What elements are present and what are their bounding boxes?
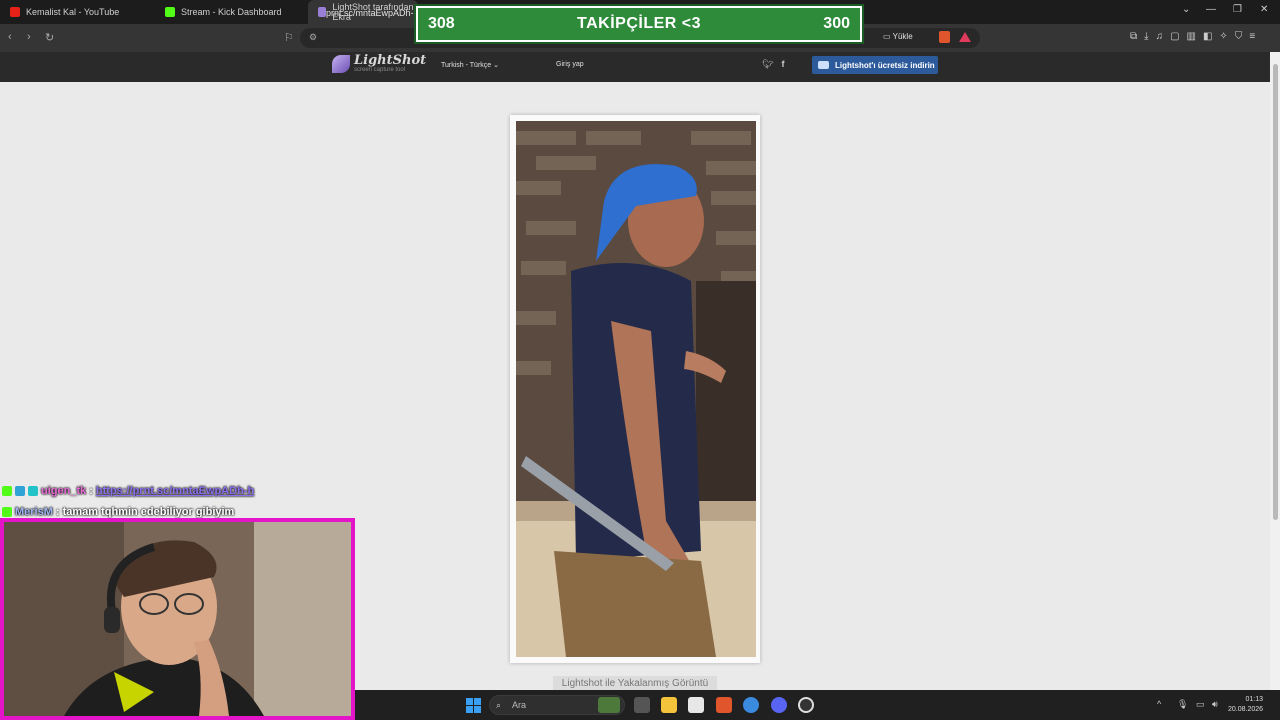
tab-list-chevron-icon[interactable]: ⌄: [1182, 4, 1190, 15]
discord-icon[interactable]: [771, 697, 787, 713]
chat-separator: :: [89, 484, 93, 497]
download-icon[interactable]: ⤓: [1144, 31, 1148, 42]
tray-chevron-icon[interactable]: ^: [1157, 699, 1161, 709]
file-explorer-icon[interactable]: [661, 697, 677, 713]
taskbar-search-placeholder: Ara: [512, 700, 527, 710]
lightshot-header: [0, 52, 1270, 82]
screenshot-caption: Lightshot ile Yakalanmış Görüntü: [553, 676, 717, 690]
microphone-icon[interactable]: 🎙︎: [1177, 699, 1188, 710]
logo-name: LightShot: [354, 53, 427, 68]
kick-badge-icon: [2, 485, 12, 496]
reload-icon[interactable]: ↻: [45, 31, 54, 44]
search-highlight-icon[interactable]: [598, 697, 620, 713]
maximize-icon[interactable]: ❐: [1233, 4, 1242, 15]
close-icon[interactable]: ✕: [1260, 4, 1268, 15]
clock-date: 20.08.2026: [1228, 706, 1264, 713]
volume-icon[interactable]: 🔊︎: [1212, 699, 1218, 710]
webcam-overlay: [0, 518, 355, 720]
kick-icon: [165, 7, 175, 17]
network-icon[interactable]: ▭: [1196, 699, 1205, 710]
stream-chat-overlay: uigen_tk : https://prnt.sc/mntaEwpADh-h …: [2, 480, 254, 522]
browser-extension-icons: ⧉ ⤓ ♫ ▢ ▥ ◧ ✧ ⛉ ≡: [1130, 31, 1255, 42]
streamer-webcam-illustration: [4, 522, 351, 716]
chat-link[interactable]: https://prnt.sc/mntaEwpADh-h: [96, 485, 254, 497]
search-icon: ⌕: [496, 700, 502, 710]
scrollbar-thumb[interactable]: [1273, 64, 1278, 520]
tab-youtube[interactable]: Kemalist Kal - YouTube: [0, 0, 155, 24]
wallet-icon[interactable]: ◧: [1203, 31, 1212, 42]
media-icon[interactable]: ♫: [1156, 31, 1164, 42]
verified-badge-icon: [15, 485, 25, 496]
chat-username: uigen_tk: [41, 484, 87, 497]
twitter-icon[interactable]: 🐦︎: [762, 59, 773, 70]
microsoft-store-icon[interactable]: [688, 697, 704, 713]
chat-username: MerisM: [15, 505, 53, 518]
taskbar-clock[interactable]: 01:13 20.08.2026: [1228, 695, 1263, 715]
chat-text: tamam tqhmin edebiliyor gibiyim: [62, 505, 235, 518]
vpn-icon[interactable]: ⛉: [1235, 31, 1243, 42]
cloud-download-icon: [818, 61, 829, 69]
url-text: prnt.sc/mntaEwpADh-h: [326, 8, 419, 18]
lightshot-logo[interactable]: LightShot screen capture tool: [332, 53, 427, 73]
download-label: Lightshot'ı ücretsiz indirin: [835, 60, 935, 70]
brave-browser-icon[interactable]: [716, 697, 732, 713]
follower-goal-title: TAKİPÇİLER <3: [577, 15, 701, 32]
extensions-icon[interactable]: ⧉: [1130, 31, 1137, 42]
screenshot-image[interactable]: [516, 121, 756, 657]
kick-badge-icon: [2, 506, 12, 517]
man-photo-illustration: [516, 121, 756, 657]
site-info-icon[interactable]: ⚙: [309, 32, 317, 43]
language-label: Turkish - Türkçe: [441, 62, 492, 69]
login-link[interactable]: Giriş yap: [556, 61, 584, 68]
brave-shields-icon[interactable]: [939, 31, 950, 43]
language-select[interactable]: Turkish - Türkçe ⌄: [441, 61, 499, 69]
forward-icon[interactable]: ›: [27, 31, 31, 43]
task-view-icon[interactable]: [634, 697, 650, 713]
follower-target: 300: [823, 15, 850, 32]
download-lightshot-button[interactable]: Lightshot'ı ücretsiz indirin: [812, 56, 938, 74]
brave-rewards-icon[interactable]: [959, 32, 971, 42]
back-icon[interactable]: ‹: [8, 31, 12, 43]
leo-icon[interactable]: ✧: [1219, 31, 1227, 42]
social-links: 🐦︎ f: [762, 59, 784, 70]
menu-icon[interactable]: ≡: [1249, 31, 1255, 42]
youtube-icon: [10, 7, 20, 17]
tab-kick-dashboard[interactable]: Stream - Kick Dashboard: [155, 0, 308, 24]
sidebar-icon[interactable]: ▥: [1187, 31, 1196, 42]
bookmark-icon[interactable]: ⚐: [284, 31, 294, 44]
upload-button[interactable]: ▭ Yükle: [883, 32, 913, 41]
clock-time: 01:13: [1245, 696, 1264, 703]
obs-studio-icon[interactable]: [798, 697, 814, 713]
chat-message: uigen_tk : https://prnt.sc/mntaEwpADh-h: [2, 480, 254, 501]
follower-goal-overlay: 308 TAKİPÇİLER <3 300: [414, 4, 864, 44]
facebook-icon[interactable]: f: [781, 59, 784, 70]
windows-start-icon[interactable]: [466, 698, 481, 713]
tab-label: Stream - Kick Dashboard: [181, 7, 282, 17]
feather-icon: [332, 55, 350, 73]
screenshot-icon[interactable]: ▢: [1170, 31, 1179, 42]
subscriber-badge-icon: [28, 485, 38, 496]
obs-app-icon[interactable]: [743, 697, 759, 713]
minimize-icon[interactable]: —: [1206, 4, 1216, 15]
chat-separator: :: [55, 505, 60, 518]
tab-label: Kemalist Kal - YouTube: [26, 7, 120, 17]
follower-current: 308: [428, 15, 455, 32]
upload-label: Yükle: [892, 32, 913, 41]
